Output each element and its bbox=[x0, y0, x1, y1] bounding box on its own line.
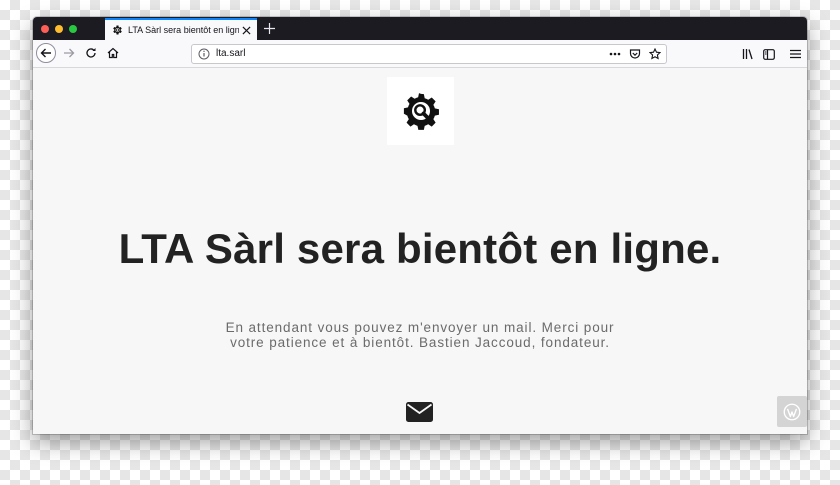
plus-icon bbox=[263, 22, 275, 34]
arrow-right-icon bbox=[64, 48, 75, 58]
reload-icon bbox=[86, 48, 96, 58]
star-icon[interactable] bbox=[648, 47, 662, 61]
arrow-left-icon bbox=[40, 48, 51, 58]
back-button[interactable] bbox=[36, 43, 56, 63]
tab-close-button[interactable] bbox=[239, 23, 253, 37]
gear-search-icon bbox=[403, 93, 439, 130]
sidebar-button[interactable] bbox=[761, 46, 777, 62]
home-icon bbox=[107, 47, 119, 59]
page-content: LTA Sàrl sera bientôt en ligne. En atten… bbox=[33, 68, 807, 434]
sidebar-icon bbox=[763, 48, 775, 60]
page-actions bbox=[608, 47, 662, 61]
title-bar: LTA Sàrl sera bientôt en ligne. bbox=[33, 17, 807, 40]
library-button[interactable] bbox=[740, 46, 756, 62]
window-close-button[interactable] bbox=[41, 25, 49, 33]
browser-tab[interactable]: LTA Sàrl sera bientôt en ligne. bbox=[105, 18, 257, 40]
reload-button[interactable] bbox=[83, 45, 99, 61]
close-icon bbox=[241, 25, 251, 35]
envelope-icon bbox=[406, 402, 433, 422]
pocket-icon[interactable] bbox=[628, 47, 642, 61]
window-maximize-button[interactable] bbox=[69, 25, 77, 33]
hamburger-menu-icon bbox=[789, 49, 801, 59]
forward-button[interactable] bbox=[61, 45, 77, 61]
new-tab-button[interactable] bbox=[262, 21, 276, 35]
page-title: LTA Sàrl sera bientôt en ligne. bbox=[118, 225, 722, 272]
navigation-toolbar: lta.sarl bbox=[33, 40, 807, 68]
address-bar[interactable]: lta.sarl bbox=[191, 44, 667, 64]
more-dots-icon[interactable] bbox=[608, 47, 622, 61]
window-minimize-button[interactable] bbox=[55, 25, 63, 33]
browser-window: LTA Sàrl sera bientôt en ligne. lta.sarl… bbox=[33, 17, 807, 434]
home-button[interactable] bbox=[105, 45, 121, 61]
library-icon bbox=[742, 49, 753, 60]
wordpress-icon bbox=[783, 403, 801, 420]
gear-icon bbox=[111, 24, 123, 36]
menu-button[interactable] bbox=[787, 46, 803, 62]
url-text[interactable]: lta.sarl bbox=[216, 48, 245, 60]
wordpress-badge[interactable] bbox=[777, 396, 807, 427]
page-message: En attendant vous pouvez m'envoyer un ma… bbox=[225, 320, 615, 350]
tab-title: LTA Sàrl sera bientôt en ligne. bbox=[128, 25, 239, 35]
site-logo bbox=[387, 77, 454, 145]
info-icon[interactable] bbox=[198, 48, 210, 60]
email-link[interactable] bbox=[406, 402, 433, 422]
